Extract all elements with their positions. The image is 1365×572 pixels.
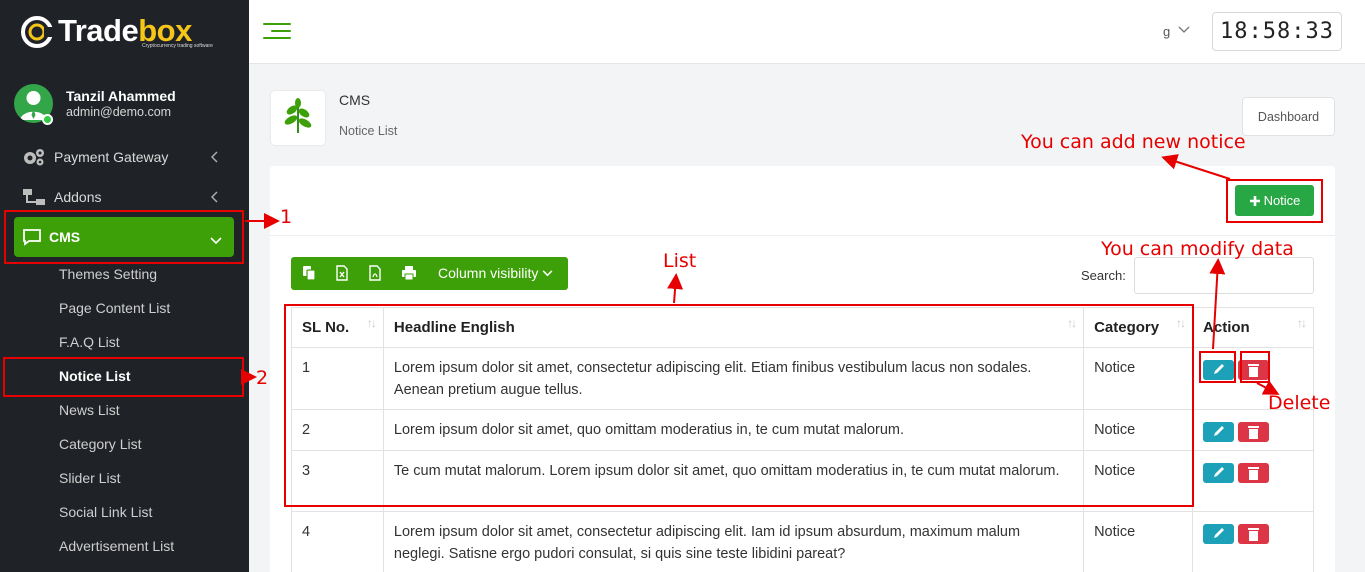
cell-action <box>1192 450 1314 512</box>
chevron-down-icon <box>1178 26 1190 33</box>
export-toolbar: Column visibility <box>291 257 568 290</box>
cell-action <box>1192 511 1314 572</box>
brand-tagline: Cryptocurrency trading software <box>142 43 213 49</box>
annotation-add-notice: You can add new notice <box>1021 131 1246 153</box>
page-subtitle: Notice List <box>339 124 398 138</box>
sidebar-item-addons[interactable]: Addons <box>22 183 222 211</box>
edit-button[interactable] <box>1203 422 1235 442</box>
sidebar-sub-category-list[interactable]: Category List <box>59 436 141 452</box>
dashboard-button[interactable]: Dashboard <box>1242 97 1335 136</box>
cell-category: Notice <box>1083 511 1194 572</box>
sidebar-item-payment-gateway[interactable]: Payment Gateway <box>22 143 222 171</box>
sitemap-icon <box>22 187 46 207</box>
pencil-icon <box>1214 467 1225 477</box>
annotation-box-list <box>284 304 1194 507</box>
copy-icon[interactable] <box>301 265 317 281</box>
table-row: 4 Lorem ipsum dolor sit amet, consectetu… <box>291 511 1314 572</box>
chevron-left-icon <box>210 150 218 166</box>
annotation-list: List <box>663 250 697 272</box>
annotation-box-notice-list <box>3 357 244 397</box>
leaf-icon <box>284 98 312 134</box>
sidebar-sub-advertisement-list[interactable]: Advertisement List <box>59 538 174 554</box>
sidebar-sub-news-list[interactable]: News List <box>59 402 120 418</box>
pdf-icon[interactable] <box>367 265 383 281</box>
hamburger-menu-icon[interactable] <box>263 23 291 41</box>
sort-icon: ↑↓ <box>1297 316 1307 330</box>
delete-button[interactable] <box>1238 422 1270 442</box>
cell-sl: 4 <box>291 511 384 572</box>
annotation-box-edit <box>1199 351 1236 383</box>
language-selector[interactable]: g <box>1163 24 1190 39</box>
sidebar-item-label: Payment Gateway <box>54 149 169 165</box>
sidebar: Tradebox Cryptocurrency trading software… <box>0 0 249 572</box>
trash-icon <box>1248 467 1260 480</box>
sidebar-sub-page-content-list[interactable]: Page Content List <box>59 300 170 316</box>
edit-button[interactable] <box>1203 463 1235 483</box>
annotation-label-2: 2 <box>256 367 269 389</box>
delete-button[interactable] <box>1238 463 1270 483</box>
sidebar-sub-slider-list[interactable]: Slider List <box>59 470 120 486</box>
digital-clock: 18:58:33 <box>1212 12 1342 51</box>
sidebar-sub-faq-list[interactable]: F.A.Q List <box>59 334 120 350</box>
cell-action <box>1192 409 1314 451</box>
page-title: CMS <box>339 92 371 108</box>
annotation-label-1: 1 <box>280 206 293 228</box>
trash-icon <box>1248 426 1260 439</box>
column-header-action[interactable]: Action ↑↓ <box>1192 307 1314 348</box>
gears-icon <box>22 147 46 167</box>
brand-logo[interactable]: Tradebox Cryptocurrency trading software <box>18 12 228 54</box>
page-icon <box>271 91 325 145</box>
annotation-modify: You can modify data <box>1101 238 1294 260</box>
sidebar-sub-themes-setting[interactable]: Themes Setting <box>59 266 157 282</box>
pencil-icon <box>1214 426 1225 436</box>
search-input[interactable] <box>1134 257 1314 294</box>
delete-button[interactable] <box>1238 524 1270 544</box>
logo-icon <box>21 16 54 48</box>
trash-icon <box>1248 528 1260 541</box>
sidebar-item-label: Addons <box>54 189 102 205</box>
user-profile[interactable]: Tanzil Ahammed admin@demo.com <box>14 84 244 126</box>
chevron-down-icon <box>542 270 553 277</box>
print-icon[interactable] <box>401 265 417 281</box>
annotation-box-add-notice <box>1226 179 1323 223</box>
sidebar-sub-social-link-list[interactable]: Social Link List <box>59 504 152 520</box>
annotation-box-cms <box>4 210 244 264</box>
annotation-delete: Delete <box>1268 392 1331 414</box>
excel-icon[interactable] <box>334 265 350 281</box>
annotation-box-delete <box>1240 351 1270 383</box>
cell-headline: Lorem ipsum dolor sit amet, consectetur … <box>382 511 1085 572</box>
pencil-icon <box>1214 528 1225 538</box>
user-name: Tanzil Ahammed <box>66 88 176 104</box>
online-status-icon <box>42 114 53 125</box>
card-divider <box>270 235 1335 236</box>
column-visibility-button[interactable]: Column visibility <box>438 265 553 281</box>
search-label: Search: <box>1081 268 1126 283</box>
edit-button[interactable] <box>1203 524 1235 544</box>
user-email: admin@demo.com <box>66 105 172 119</box>
top-bar: g 18:58:33 <box>249 0 1365 64</box>
chevron-left-icon <box>210 190 218 206</box>
